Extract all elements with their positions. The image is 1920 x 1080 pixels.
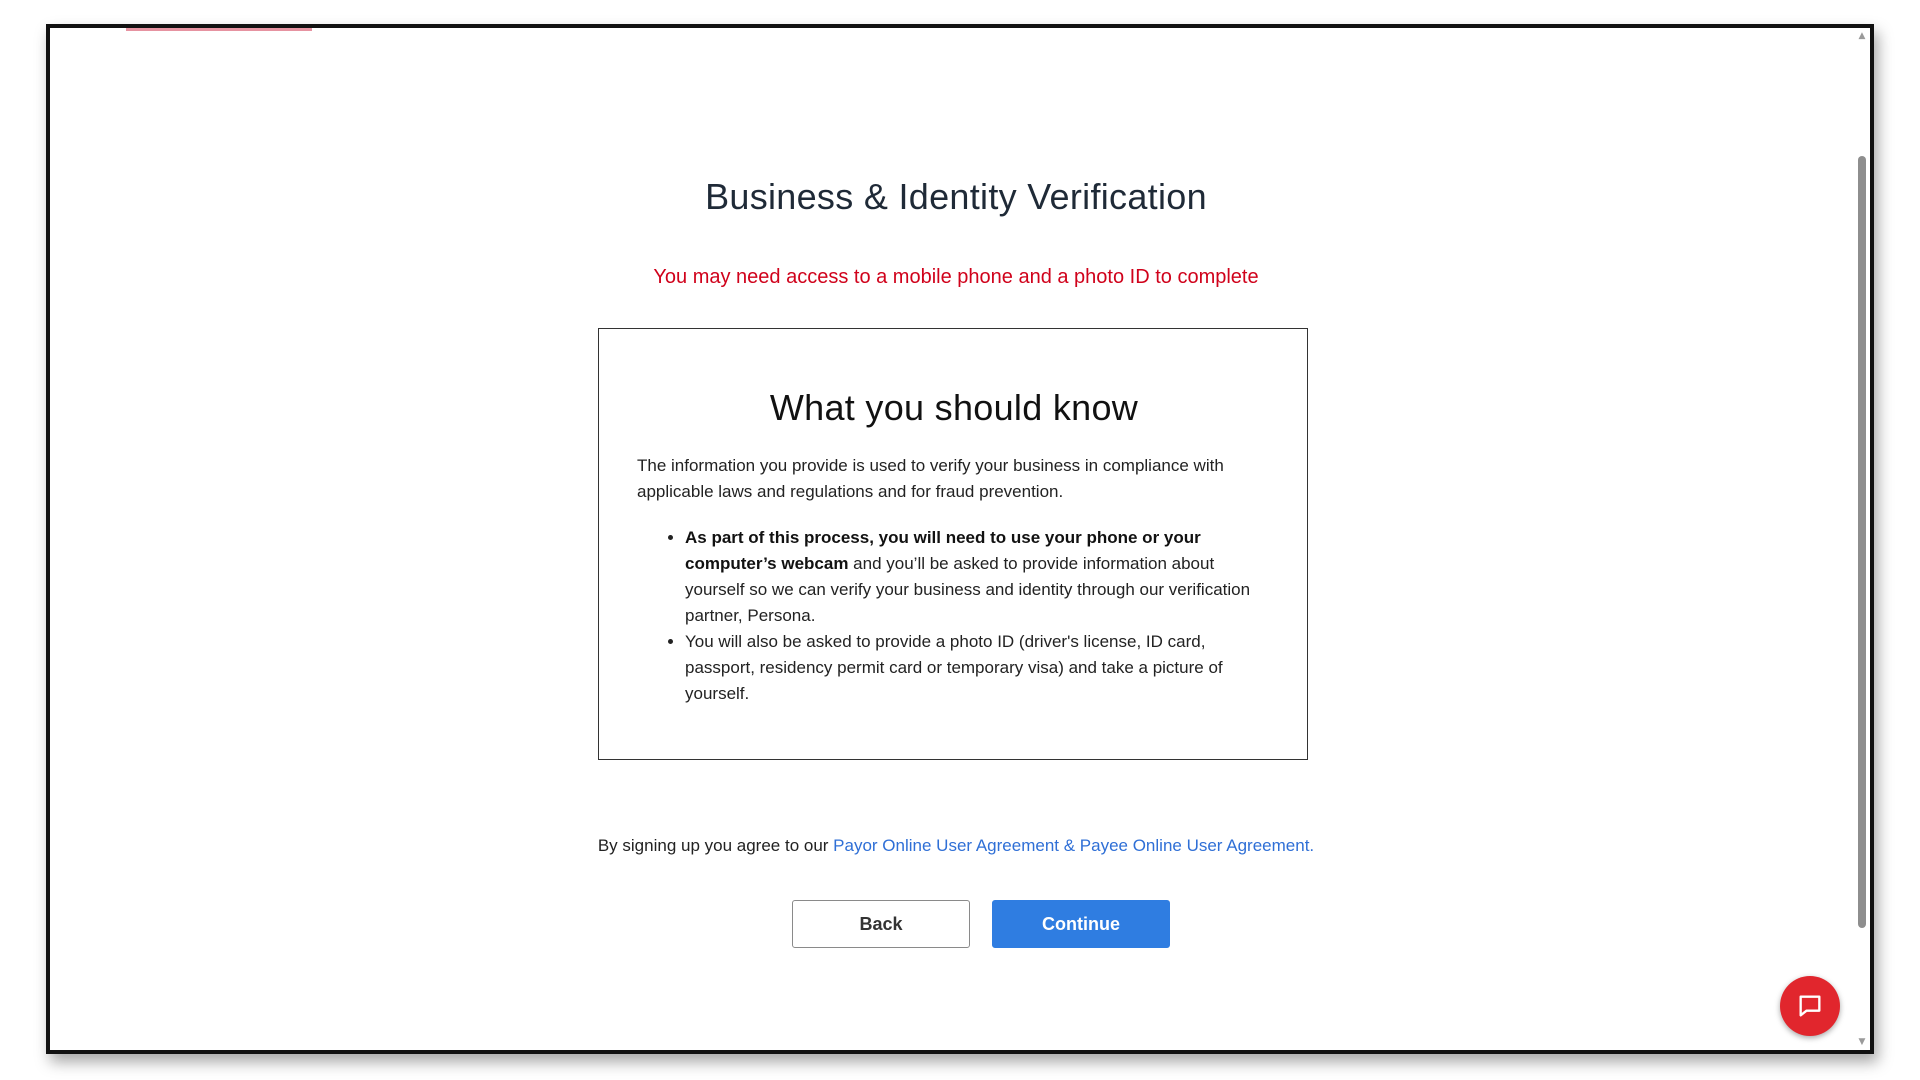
info-card-heading: What you should know [769,387,1139,428]
chat-button[interactable] [1780,976,1840,1036]
scroll-up-arrow-icon[interactable]: ▲ [1854,28,1870,44]
main-content: Business & Identity Verification You may… [50,28,1862,1050]
chat-bubble-icon [1799,995,1821,1017]
info-card-intro: The information you provide is used to v… [637,456,1224,501]
info-card: What you should know The information you… [598,328,1308,760]
browser-window: Business & Identity Verification You may… [46,24,1874,1054]
list-item: As part of this process, you will need t… [685,525,1271,629]
scrollbar-thumb[interactable] [1858,156,1866,928]
agreement-text: By signing up you agree to our Payor Onl… [50,836,1862,856]
continue-button[interactable]: Continue [992,900,1170,948]
user-agreement-link[interactable]: Payor Online User Agreement & Payee Onli… [833,836,1314,855]
agreement-prefix: By signing up you agree to our [597,836,834,855]
list-item: You will also be asked to provide a phot… [685,629,1271,707]
info-card-list: As part of this process, you will need t… [637,525,1271,707]
scroll-down-arrow-icon[interactable]: ▼ [1854,1034,1870,1050]
back-button[interactable]: Back [792,900,970,948]
vertical-scrollbar[interactable]: ▲ ▼ [1854,28,1870,1050]
phone-id-warning: You may need access to a mobile phone an… [653,266,1259,288]
page-title: Business & Identity Verification [705,176,1207,217]
